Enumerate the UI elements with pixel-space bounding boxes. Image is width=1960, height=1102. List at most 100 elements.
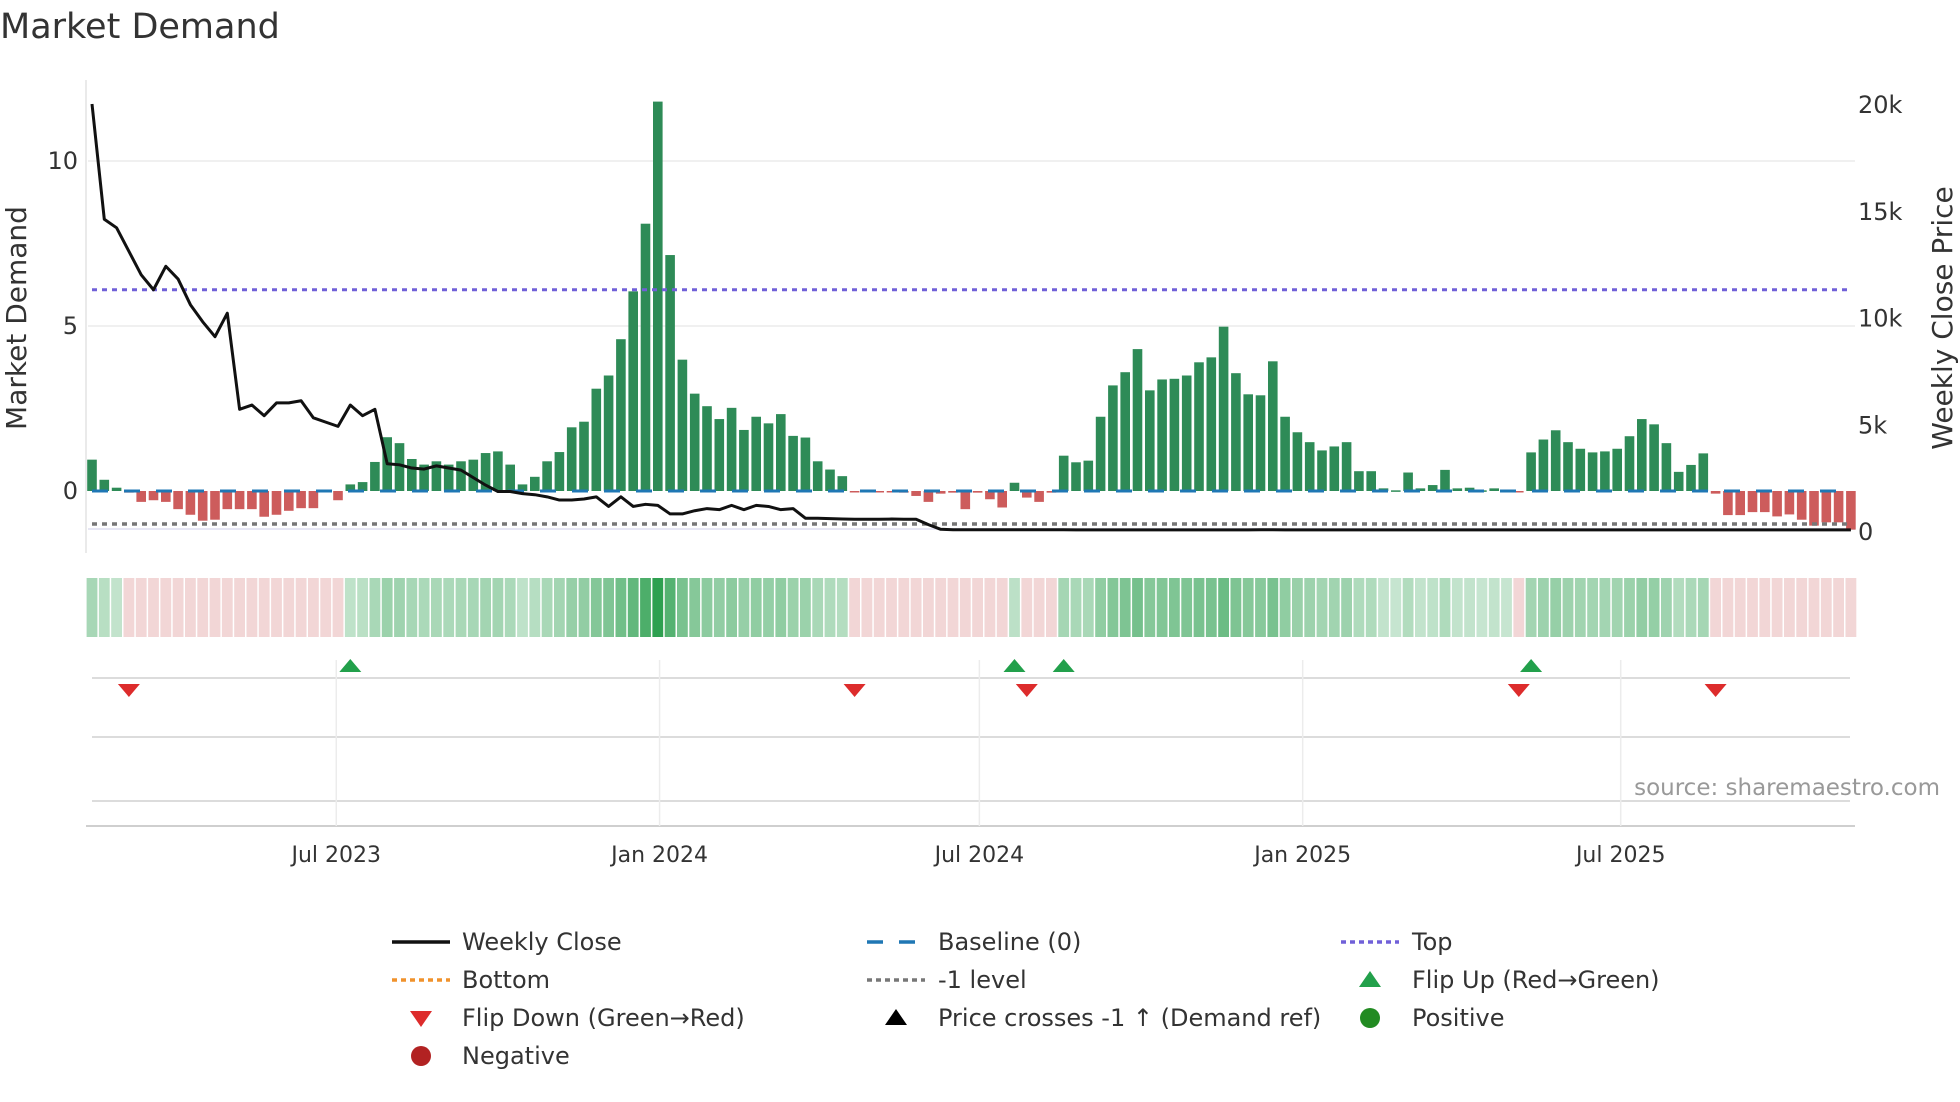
y-axis-label: Market Demand [0, 206, 33, 430]
demand-bar [1391, 490, 1401, 492]
heat-strip-cell [1328, 578, 1340, 637]
heat-strip-cell [1624, 578, 1635, 637]
demand-bar [1563, 442, 1573, 491]
heat-strip-cell [738, 578, 750, 637]
flip-down-marker [1704, 684, 1727, 697]
demand-bar [1538, 439, 1549, 491]
heat-strip-cell [1685, 578, 1697, 637]
heat-strip-cell [935, 578, 947, 637]
heat-strip-cell [197, 578, 209, 637]
demand-bar [1624, 436, 1635, 491]
heat-strip-cell [1439, 578, 1451, 637]
legend-item: Price crosses -1 ↑ (Demand ref) [885, 1004, 1321, 1032]
flip-up-marker [1520, 659, 1543, 672]
legend-label: Baseline (0) [938, 928, 1081, 956]
demand-bar [1132, 349, 1143, 491]
heat-strip-cell [1205, 578, 1217, 637]
legend-label: Positive [1412, 1004, 1505, 1032]
flip-up-marker [339, 659, 362, 672]
x-tick-label: Jul 2023 [289, 843, 381, 868]
demand-bar [825, 469, 835, 491]
circle-icon [411, 1046, 431, 1066]
heat-strip-cell [1697, 578, 1709, 637]
heat-strip-cell [1242, 578, 1254, 637]
demand-bar [1108, 385, 1118, 491]
heat-strip-cell [1784, 578, 1795, 637]
flip-up-marker [1003, 659, 1026, 672]
demand-bar [1710, 491, 1721, 494]
heat-strip-cell [1636, 578, 1648, 637]
heat-strip-cell [1833, 578, 1844, 637]
x-tick-label: Jan 2024 [609, 843, 708, 868]
heat-strip-cell [1451, 578, 1463, 637]
demand-bar [1058, 455, 1069, 491]
heat-strip-cell [1218, 578, 1229, 637]
y-tick-label: 10 [47, 147, 78, 175]
heat-strip-cell [1132, 578, 1143, 637]
heat-strip-cell [234, 578, 245, 637]
chart-title: Market Demand [0, 7, 280, 47]
demand-bar [579, 421, 589, 491]
legend-item: Positive [1360, 1004, 1505, 1032]
demand-bar [1489, 488, 1499, 491]
demand-bar [812, 461, 823, 491]
heat-strip-cell [972, 578, 983, 637]
demand-bar [210, 491, 220, 520]
heat-strip-cell [246, 578, 258, 637]
demand-bar [1194, 362, 1204, 491]
demand-bar [1747, 491, 1758, 513]
demand-bar [911, 491, 921, 496]
demand-bar [173, 491, 183, 510]
triangle-down-icon [410, 1011, 432, 1027]
heat-strip-cell [1550, 578, 1562, 637]
demand-bar [456, 461, 466, 491]
heat-strip-cell [418, 578, 430, 637]
demand-bar [776, 414, 786, 491]
legend-item: Negative [411, 1042, 570, 1070]
heat-strip-cell [1046, 578, 1057, 637]
demand-bar [1809, 491, 1819, 526]
heat-strip-cell [836, 578, 848, 637]
heat-strip-cell [541, 578, 553, 637]
demand-bar [997, 491, 1007, 508]
y2-tick-label: 15k [1858, 198, 1903, 226]
demand-bar [1600, 451, 1610, 491]
x-tick-label: Jul 2024 [933, 843, 1025, 868]
heat-strip-cell [566, 578, 578, 637]
heat-strip-cell [1427, 578, 1439, 637]
demand-bar [1735, 491, 1745, 516]
demand-bar [1452, 488, 1463, 491]
demand-bar [1292, 432, 1303, 491]
heat-strip-cell [763, 578, 774, 637]
triangle-up-icon [1359, 971, 1381, 987]
demand-bar [554, 452, 565, 491]
heat-strip-cell [1734, 578, 1746, 637]
demand-bar [628, 291, 638, 491]
demand-bar [271, 491, 282, 515]
demand-bar [493, 451, 503, 491]
heat-strip-cell [295, 578, 307, 637]
demand-bar [111, 487, 122, 491]
heat-strip-cell [492, 578, 504, 637]
heat-strip-cell [1033, 578, 1045, 637]
demand-bar [603, 375, 614, 491]
heat-strip-cell [1488, 578, 1500, 637]
demand-bar [1833, 491, 1844, 523]
demand-bar [308, 491, 319, 509]
heat-strip-cell [701, 578, 713, 637]
heat-strip-cell [1648, 578, 1660, 637]
heat-strip-cell [320, 578, 332, 637]
legend-item: Flip Down (Green→Red) [410, 1004, 745, 1032]
demand-bar [99, 479, 110, 491]
heat-strip-cell [615, 578, 627, 637]
heat-strip-cell [861, 578, 873, 637]
heat-strip-cell [1070, 578, 1082, 637]
heat-strip-cell [1796, 578, 1808, 637]
heat-strip-cell [160, 578, 172, 637]
demand-bar [1686, 464, 1696, 491]
heat-strip-cell [1058, 578, 1070, 637]
demand-bar [1120, 372, 1130, 491]
flip-down-marker [1015, 684, 1038, 697]
heat-strip-cell [689, 578, 701, 637]
demand-bars [87, 101, 1856, 530]
